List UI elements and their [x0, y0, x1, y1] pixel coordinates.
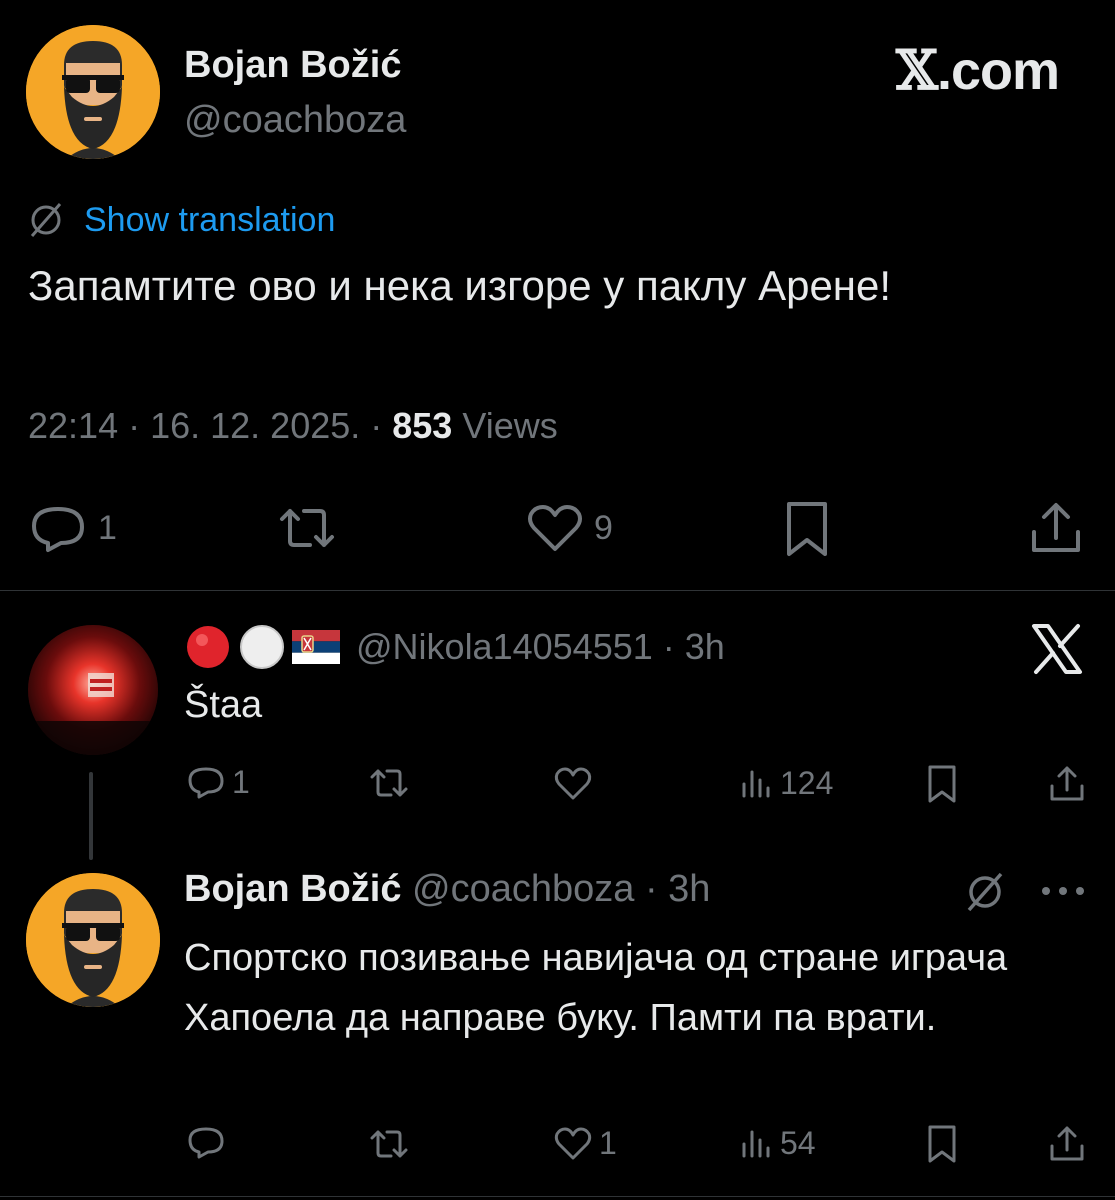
x-logo-icon[interactable] [1030, 622, 1084, 676]
reply-2-reply-button[interactable] [186, 1125, 226, 1161]
like-count: 1 [599, 1125, 617, 1161]
x-com-logo: 𝕏.com [896, 38, 1060, 102]
reply-icon [28, 503, 88, 553]
globe-slash-icon [26, 200, 66, 240]
repost-icon [367, 1128, 411, 1160]
globe-slash-icon[interactable] [963, 870, 1007, 914]
views-count: 54 [780, 1125, 816, 1161]
reply-text: Štaa [184, 684, 263, 726]
reply-icon [186, 1125, 226, 1161]
author-handle[interactable]: @coachboza [184, 99, 406, 142]
tweet-meta: 22:14 · 16. 12. 2025. · 853 Views [28, 405, 558, 447]
share-button[interactable] [1028, 500, 1084, 556]
reply-2-views-button[interactable]: 54 [740, 1125, 816, 1162]
repost-icon [367, 767, 411, 799]
translation-row[interactable]: Show translation [26, 200, 335, 240]
reply-handle-time[interactable]: @Nikola14054551 · 3h [356, 626, 725, 668]
thread-line [89, 772, 93, 860]
reply-2-bookmark-button[interactable] [925, 1124, 959, 1164]
bookmark-icon [925, 1124, 959, 1164]
more-options-icon[interactable] [1040, 882, 1086, 900]
tweet-text: Запамтите ово и нека изгоре у паклу Арен… [28, 262, 892, 309]
reply-1-views-button[interactable]: 124 [740, 765, 833, 802]
reply-count: 1 [232, 764, 250, 800]
share-icon [1028, 500, 1084, 556]
heart-icon [553, 1126, 593, 1162]
views-label: Views [452, 405, 558, 446]
show-translation-link[interactable]: Show translation [84, 201, 335, 240]
reply-author-text: Спортско позивање навијача од стране игр… [184, 937, 1008, 1039]
red-circle-icon [184, 623, 232, 671]
reply-avatar[interactable] [28, 625, 158, 755]
bookmark-button[interactable] [783, 500, 831, 558]
reply-author-avatar[interactable] [26, 873, 160, 1007]
reply-2-share-button[interactable] [1048, 1124, 1086, 1164]
reply-icon [186, 765, 226, 801]
reply-author-handle-time[interactable]: @coachboza · 3h [401, 868, 710, 910]
like-button[interactable]: 9 [526, 503, 613, 553]
reply-header: @Nikola14054551 · 3h [184, 624, 725, 670]
divider [0, 590, 1115, 591]
analytics-icon [740, 766, 774, 802]
reply-1-like-button[interactable] [553, 766, 593, 802]
share-icon [1048, 1124, 1086, 1164]
views-count: 124 [780, 765, 834, 801]
like-count: 9 [594, 508, 613, 547]
author-avatar[interactable] [26, 25, 160, 159]
reply-author-header: Bojan Božić @coachboza · 3h [184, 868, 710, 911]
tweet-timestamp: 22:14 · 16. 12. 2025. · [28, 405, 393, 446]
reply-2-like-button[interactable]: 1 [553, 1125, 617, 1162]
heart-icon [526, 503, 584, 553]
reply-count: 1 [98, 508, 117, 547]
reply-author-name[interactable]: Bojan Božić [184, 868, 401, 910]
reply-1-bookmark-button[interactable] [925, 764, 959, 804]
repost-icon [274, 505, 340, 551]
analytics-icon [740, 1126, 774, 1162]
white-circle-icon [238, 623, 286, 671]
repost-button[interactable] [274, 505, 340, 551]
bookmark-icon [783, 500, 831, 558]
reply-1-share-button[interactable] [1048, 764, 1086, 804]
serbia-flag-icon [292, 630, 340, 664]
share-icon [1048, 764, 1086, 804]
reply-1-repost-button[interactable] [367, 767, 411, 799]
reply-button[interactable]: 1 [28, 503, 117, 553]
divider [0, 1196, 1115, 1197]
reply-2-repost-button[interactable] [367, 1128, 411, 1160]
heart-icon [553, 766, 593, 802]
reply-1-reply-button[interactable]: 1 [186, 764, 250, 801]
views-count: 853 [392, 405, 453, 446]
author-name[interactable]: Bojan Božić [184, 44, 401, 87]
bookmark-icon [925, 764, 959, 804]
